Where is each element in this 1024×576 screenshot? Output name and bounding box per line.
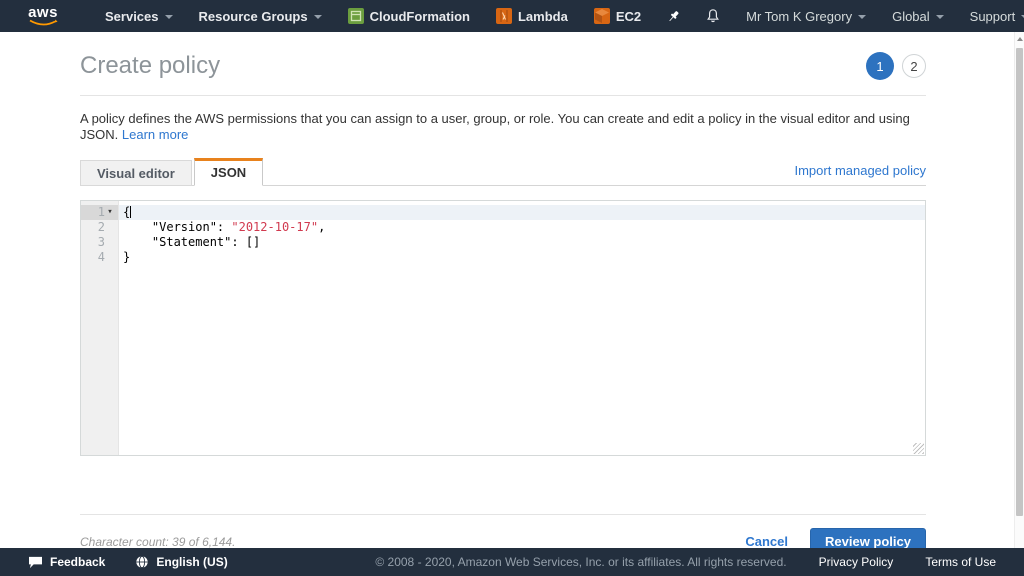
nav-right-group: Mr Tom K Gregory Global Support bbox=[693, 0, 1024, 32]
ec2-icon bbox=[594, 8, 610, 24]
gutter-line-number[interactable]: 1▾ bbox=[81, 205, 118, 220]
learn-more-link[interactable]: Learn more bbox=[122, 127, 188, 142]
nav-account-menu[interactable]: Mr Tom K Gregory bbox=[733, 0, 879, 32]
nav-support-menu[interactable]: Support bbox=[957, 0, 1024, 32]
pushpin-icon bbox=[666, 9, 681, 24]
feedback-button[interactable]: Feedback bbox=[28, 555, 105, 569]
privacy-policy-link[interactable]: Privacy Policy bbox=[819, 555, 894, 569]
top-nav: aws Services Resource Groups CloudFormat… bbox=[0, 0, 1024, 32]
cloudformation-icon bbox=[348, 8, 364, 24]
gutter-line-number[interactable]: 2 bbox=[81, 220, 118, 235]
header-divider bbox=[80, 95, 926, 96]
editor-tabs: Visual editor JSON Import managed policy bbox=[80, 158, 926, 186]
nav-region-menu[interactable]: Global bbox=[879, 0, 957, 32]
nav-resource-groups[interactable]: Resource Groups bbox=[186, 0, 335, 32]
scrollbar-thumb[interactable] bbox=[1016, 48, 1023, 516]
bell-icon bbox=[705, 8, 721, 24]
gutter-line-number[interactable]: 3 bbox=[81, 235, 118, 250]
lambda-icon bbox=[496, 8, 512, 24]
terms-of-use-link[interactable]: Terms of Use bbox=[925, 555, 996, 569]
tab-visual-editor[interactable]: Visual editor bbox=[80, 160, 192, 186]
aws-console-page: aws Services Resource Groups CloudFormat… bbox=[0, 0, 1024, 576]
fold-toggle-icon[interactable]: ▾ bbox=[105, 205, 115, 220]
gutter: 1▾234 bbox=[81, 201, 119, 455]
intro-text: A policy defines the AWS permissions tha… bbox=[80, 111, 926, 143]
chevron-down-icon bbox=[936, 15, 944, 19]
copyright-text: © 2008 - 2020, Amazon Web Services, Inc.… bbox=[375, 555, 786, 569]
import-managed-policy-link[interactable]: Import managed policy bbox=[794, 163, 926, 178]
json-policy-editor[interactable]: 1▾234 { "Version": "2012-10-17", "Statem… bbox=[80, 200, 926, 456]
step-1-badge: 1 bbox=[866, 52, 894, 80]
step-indicator: 1 2 bbox=[866, 52, 926, 80]
language-selector[interactable]: English (US) bbox=[135, 555, 227, 569]
character-count: Character count: 39 of 6,144. bbox=[80, 535, 235, 549]
scrollbar-up-arrow[interactable] bbox=[1015, 32, 1024, 46]
text-cursor bbox=[130, 206, 131, 218]
aws-logo[interactable]: aws bbox=[28, 6, 58, 27]
page-scrollbar[interactable] bbox=[1014, 32, 1024, 548]
nav-shortcut-cloudformation[interactable]: CloudFormation bbox=[335, 0, 483, 32]
main-content: Create policy 1 2 A policy defines the A… bbox=[0, 32, 1014, 548]
globe-icon bbox=[135, 555, 149, 569]
pin-shortcuts-button[interactable] bbox=[654, 0, 693, 32]
nav-shortcut-lambda[interactable]: Lambda bbox=[483, 0, 581, 32]
nav-shortcut-ec2[interactable]: EC2 bbox=[581, 0, 654, 32]
code-line[interactable]: "Version": "2012-10-17", bbox=[119, 220, 925, 235]
aws-logo-text: aws bbox=[28, 6, 58, 20]
chevron-down-icon bbox=[165, 15, 173, 19]
notifications-button[interactable] bbox=[693, 0, 733, 32]
footer: Feedback English (US) © 2008 - 2020, Ama… bbox=[0, 548, 1024, 576]
code-line[interactable]: } bbox=[119, 250, 925, 265]
aws-smile-icon bbox=[28, 19, 58, 27]
chevron-down-icon bbox=[314, 15, 322, 19]
code-line[interactable]: { bbox=[119, 205, 925, 220]
page-title: Create policy bbox=[80, 52, 220, 80]
page-header: Create policy 1 2 bbox=[80, 32, 926, 80]
footer-right: © 2008 - 2020, Amazon Web Services, Inc.… bbox=[375, 555, 996, 569]
nav-services[interactable]: Services bbox=[92, 0, 186, 32]
editor-resize-handle[interactable] bbox=[913, 443, 924, 454]
up-arrow-icon bbox=[1017, 37, 1023, 41]
code-lines[interactable]: { "Version": "2012-10-17", "Statement": … bbox=[119, 201, 925, 455]
chevron-down-icon bbox=[858, 15, 866, 19]
actions-divider bbox=[80, 514, 926, 515]
cancel-button[interactable]: Cancel bbox=[745, 534, 788, 549]
feedback-bubble-icon bbox=[28, 556, 43, 569]
tab-json[interactable]: JSON bbox=[194, 158, 263, 186]
step-2-badge: 2 bbox=[902, 54, 926, 78]
gutter-line-number[interactable]: 4 bbox=[81, 250, 118, 265]
code-line[interactable]: "Statement": [] bbox=[119, 235, 925, 250]
